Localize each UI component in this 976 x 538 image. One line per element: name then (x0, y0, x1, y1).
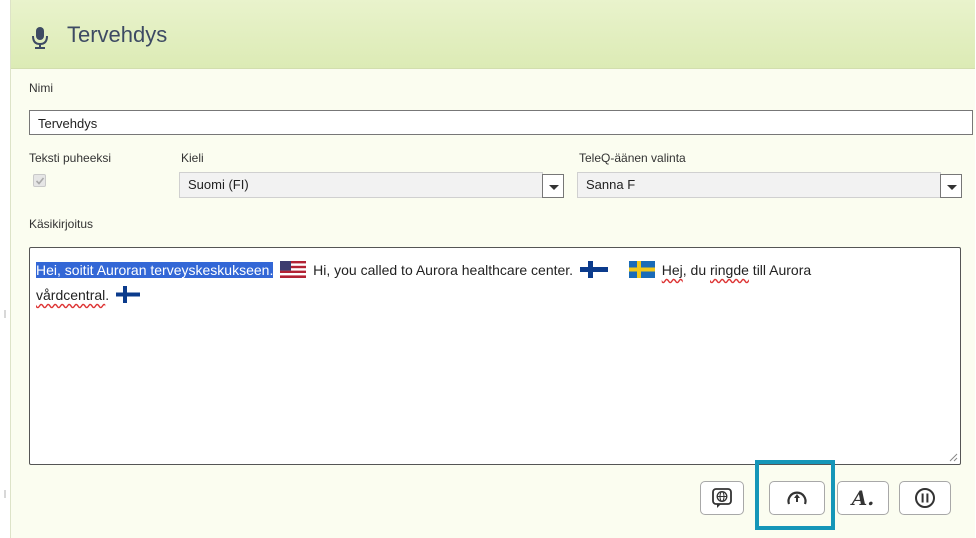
microphone-icon (29, 25, 51, 51)
name-field-value: Tervehdys (38, 116, 98, 131)
greeting-panel: Tervehdys Nimi Tervehdys Teksti puheeksi… (10, 0, 975, 538)
script-label: Käsikirjoitus (29, 217, 94, 231)
us-flag-icon (280, 261, 307, 284)
script-swedish-text: till Aurora (748, 262, 812, 278)
script-swedish-text: . (105, 287, 110, 303)
language-dropdown-button[interactable] (542, 174, 564, 198)
sweden-flag-icon (628, 261, 655, 284)
voice-select[interactable]: Sanna F (577, 172, 941, 198)
language-button[interactable] (700, 481, 744, 515)
language-label: Kieli (181, 151, 204, 165)
voice-select-value: Sanna F (586, 177, 636, 192)
voice-dropdown-button[interactable] (940, 174, 962, 198)
left-scroll-strip (0, 0, 10, 538)
tempo-button-highlight (755, 460, 835, 530)
text-style-label: A. (851, 486, 875, 510)
finland-flag-icon (116, 286, 141, 309)
script-swedish-word: ringde (710, 262, 749, 278)
script-swedish-text: , du (682, 262, 710, 278)
script-english-text: Hi, you called to Aurora healthcare cent… (313, 262, 574, 278)
page-title: Tervehdys (67, 22, 168, 47)
tts-checkbox[interactable] (33, 174, 46, 187)
resize-grip-icon[interactable] (948, 452, 958, 462)
globe-speech-icon (712, 488, 732, 508)
name-field[interactable]: Tervehdys (29, 110, 973, 135)
script-textarea[interactable]: Hei, soitit Auroran terveyskeskukseen. H… (29, 247, 961, 465)
finland-flag-icon (579, 261, 608, 284)
panel-header: Tervehdys (11, 0, 975, 69)
language-select-value: Suomi (FI) (188, 177, 249, 192)
pause-icon (915, 488, 935, 508)
name-label: Nimi (29, 81, 53, 95)
pause-button[interactable] (899, 481, 951, 515)
checkmark-icon (35, 177, 45, 185)
language-select[interactable]: Suomi (FI) (179, 172, 543, 198)
voice-label: TeleQ-äänen valinta (579, 151, 686, 165)
script-swedish-word: vårdcentral (36, 287, 106, 303)
script-swedish-word: Hej (661, 262, 683, 278)
text-style-button[interactable]: A. (837, 481, 889, 515)
script-selected-text: Hei, soitit Auroran terveyskeskukseen. (36, 262, 274, 278)
tts-label: Teksti puheeksi (29, 151, 112, 165)
